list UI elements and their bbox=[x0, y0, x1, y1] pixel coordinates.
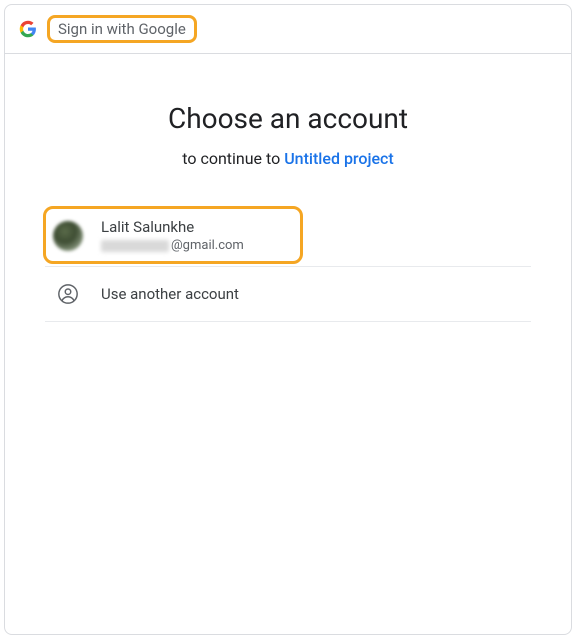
continue-prefix: to continue to bbox=[182, 149, 284, 168]
header-title-highlight: Sign in with Google bbox=[47, 15, 197, 43]
email-local-redacted bbox=[101, 240, 169, 252]
continue-line: to continue to Untitled project bbox=[45, 149, 531, 168]
header-title: Sign in with Google bbox=[58, 20, 186, 38]
page-heading: Choose an account bbox=[45, 102, 531, 135]
person-circle-icon bbox=[53, 279, 83, 309]
account-list: Lalit Salunkhe @gmail.com Use another ac… bbox=[45, 206, 531, 322]
email-domain: @gmail.com bbox=[171, 238, 244, 255]
account-email: @gmail.com bbox=[101, 238, 244, 255]
account-info: Lalit Salunkhe @gmail.com bbox=[101, 218, 244, 254]
account-name: Lalit Salunkhe bbox=[101, 218, 244, 238]
main-content: Choose an account to continue to Untitle… bbox=[5, 54, 571, 322]
dialog-header: Sign in with Google bbox=[5, 5, 571, 54]
google-logo-icon bbox=[19, 20, 37, 38]
avatar bbox=[53, 221, 83, 251]
signin-dialog: Sign in with Google Choose an account to… bbox=[4, 4, 572, 635]
use-another-label: Use another account bbox=[101, 285, 239, 303]
use-another-account[interactable]: Use another account bbox=[45, 267, 531, 322]
account-option[interactable]: Lalit Salunkhe @gmail.com bbox=[45, 206, 531, 267]
project-link[interactable]: Untitled project bbox=[284, 149, 394, 168]
